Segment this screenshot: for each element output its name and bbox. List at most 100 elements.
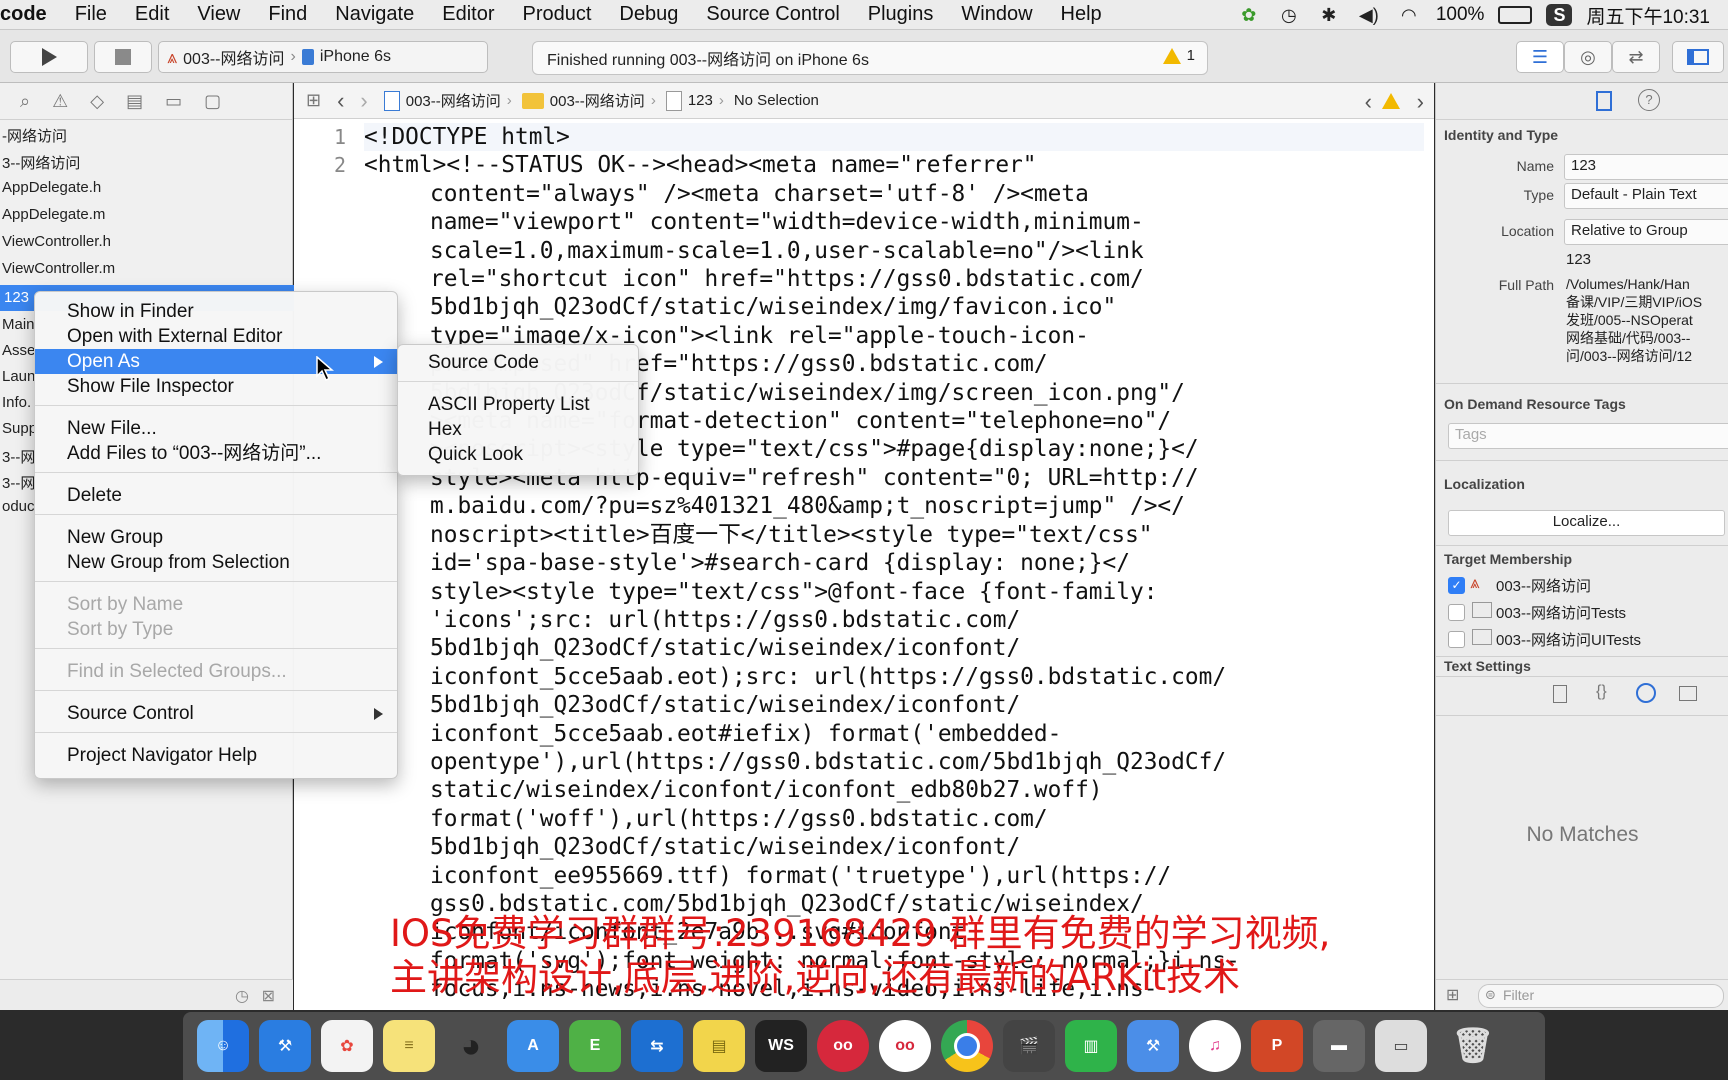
photos-icon[interactable]: ✿ bbox=[321, 1020, 373, 1072]
app-store-icon[interactable]: A bbox=[507, 1020, 559, 1072]
code-line[interactable]: format('woff'),url(https://gss0.bdstatic… bbox=[364, 805, 1424, 833]
target-checkbox[interactable]: ✓ bbox=[1448, 577, 1465, 594]
target-checkbox[interactable] bbox=[1448, 604, 1465, 621]
code-text[interactable]: <!DOCTYPE html> <html><!--STATUS OK--><he… bbox=[364, 123, 1424, 1004]
code-line[interactable]: 5bd1bjqh_Q23odCf/static/wiseindex/iconfo… bbox=[364, 833, 1424, 861]
menu-open-external-editor[interactable]: Open with External Editor bbox=[35, 324, 397, 349]
bluetooth-icon[interactable]: ✱ bbox=[1316, 4, 1342, 26]
issue-warning-icon[interactable] bbox=[1382, 93, 1400, 109]
related-items-grid-icon[interactable]: ⊞ bbox=[306, 90, 321, 111]
breadcrumb-selection[interactable]: No Selection bbox=[734, 92, 819, 109]
evernote-icon[interactable]: E bbox=[569, 1020, 621, 1072]
volume-icon[interactable]: ◀) bbox=[1356, 4, 1382, 26]
search-icon[interactable]: ⌕ bbox=[20, 91, 30, 112]
battery-icon[interactable] bbox=[1498, 6, 1533, 24]
xcode-icon[interactable]: ⚒ bbox=[259, 1020, 311, 1072]
code-line[interactable]: opentype'),url(https://gss0.bdstatic.com… bbox=[364, 748, 1424, 776]
trash-icon[interactable]: 🗑 bbox=[1447, 1020, 1499, 1072]
submenu-source-code[interactable]: Source Code bbox=[398, 350, 638, 375]
nav-item-assets[interactable]: Asse bbox=[2, 342, 35, 359]
nav-item-folder[interactable]: 3--网络访问 bbox=[2, 152, 80, 173]
app-menu[interactable]: code bbox=[0, 3, 61, 26]
code-line[interactable]: rel="shortcut icon" href="https://gss0.b… bbox=[364, 265, 1424, 293]
file-template-icon[interactable] bbox=[1553, 685, 1567, 703]
code-line[interactable]: name="viewport" content="width=device-wi… bbox=[364, 208, 1424, 236]
code-line[interactable]: <html><!--STATUS OK--><head><meta name="… bbox=[364, 151, 1424, 179]
nav-item-launch[interactable]: Laun bbox=[2, 368, 35, 385]
issue-warning-icon[interactable]: ⚠ bbox=[52, 91, 68, 112]
nav-item-products[interactable]: oduc bbox=[2, 498, 35, 515]
menu-source-control[interactable]: Source Control bbox=[35, 701, 397, 726]
submenu-ascii-property-list[interactable]: ASCII Property List bbox=[398, 392, 638, 417]
quick-help-icon[interactable]: ? bbox=[1638, 89, 1660, 111]
warning-indicator[interactable]: 1 bbox=[1162, 47, 1195, 64]
prev-issue-chevron-icon[interactable]: ‹ bbox=[1365, 89, 1372, 115]
numbers-icon[interactable]: ▥ bbox=[1065, 1020, 1117, 1072]
scanner-icon[interactable]: ▬ bbox=[1313, 1020, 1365, 1072]
app-s-icon[interactable]: S bbox=[1546, 4, 1573, 26]
run-button[interactable] bbox=[10, 41, 88, 73]
code-line[interactable]: static/wiseindex/iconfont/iconfont_edb80… bbox=[364, 776, 1424, 804]
menu-file[interactable]: File bbox=[61, 3, 121, 26]
back-chevron-icon[interactable]: ‹ bbox=[337, 88, 344, 114]
filter-field[interactable]: ⊜ Filter bbox=[1478, 984, 1724, 1008]
localize-button[interactable]: Localize... bbox=[1448, 510, 1725, 536]
nav-item-appdelegate-h[interactable]: AppDelegate.h bbox=[2, 179, 101, 196]
menu-show-in-finder[interactable]: Show in Finder bbox=[35, 299, 397, 324]
code-line[interactable]: 5bd1bjqh_Q23odCf/static/wiseindex/iconfo… bbox=[364, 691, 1424, 719]
clock[interactable]: 周五下午10:31 bbox=[1586, 2, 1710, 29]
menu-delete[interactable]: Delete bbox=[35, 483, 397, 508]
code-line[interactable]: content="always" /><meta charset='utf-8'… bbox=[364, 180, 1424, 208]
webstorm-icon[interactable]: WS bbox=[755, 1020, 807, 1072]
code-line[interactable]: scale=1.0,maximum-scale=1.0,user-scalabl… bbox=[364, 237, 1424, 265]
location-select[interactable]: Relative to Group bbox=[1564, 219, 1728, 245]
xcode-file-icon[interactable]: ⚒ bbox=[1127, 1020, 1179, 1072]
editor-version-button[interactable]: ⇄ bbox=[1612, 41, 1660, 73]
menu-new-group-from-selection[interactable]: New Group from Selection bbox=[35, 550, 397, 575]
menu-open-as[interactable]: Open As bbox=[35, 349, 397, 374]
nav-item-group[interactable]: -网络访问 bbox=[2, 125, 67, 146]
menu-navigate[interactable]: Navigate bbox=[321, 3, 428, 26]
powerpoint-icon[interactable]: P bbox=[1251, 1020, 1303, 1072]
editor-standard-button[interactable]: ☰ bbox=[1516, 41, 1564, 73]
qq-icon[interactable]: ◕ bbox=[445, 1020, 497, 1072]
report-icon[interactable]: ▢ bbox=[204, 91, 221, 112]
recent-clock-icon[interactable]: ◷ bbox=[235, 986, 249, 1006]
next-issue-chevron-icon[interactable]: › bbox=[1417, 89, 1424, 115]
editor-assistant-button[interactable]: ◎ bbox=[1564, 41, 1612, 73]
code-snippet-icon[interactable]: {} bbox=[1596, 683, 1607, 701]
breadcrumb-project[interactable]: 003--网络访问 › bbox=[383, 90, 512, 111]
plugin-leaf-icon[interactable]: ✿ bbox=[1236, 4, 1262, 26]
source-editor[interactable]: 1 2 <!DOCTYPE html> <html><!--STATUS OK--… bbox=[294, 119, 1434, 1010]
nav-item-supporting[interactable]: Supp bbox=[2, 420, 37, 437]
menu-debug[interactable]: Debug bbox=[605, 3, 692, 26]
activity-viewer[interactable]: Finished running 003--网络访问 on iPhone 6s … bbox=[532, 41, 1208, 75]
menu-editor[interactable]: Editor bbox=[428, 3, 508, 26]
code-line[interactable]: iconfont_ee955669.ttf) format('truetype'… bbox=[364, 862, 1424, 890]
notes-icon[interactable]: ≡ bbox=[383, 1020, 435, 1072]
code-line[interactable]: m.baidu.com/?pu=sz%401321_480&amp;t_nosc… bbox=[364, 492, 1424, 520]
nav-item-viewcontroller-m[interactable]: ViewController.m bbox=[2, 260, 115, 277]
code-line[interactable]: iconfont_5cce5aab.eot#iefix) format('emb… bbox=[364, 720, 1424, 748]
code-line[interactable]: 5bd1bjqh_Q23odCf/static/wiseindex/img/fa… bbox=[364, 293, 1424, 321]
menu-new-file[interactable]: New File... bbox=[35, 416, 397, 441]
code-line[interactable]: 5bd1bjqh_Q23odCf/static/wiseindex/iconfo… bbox=[364, 634, 1424, 662]
nav-item-appdelegate-m[interactable]: AppDelegate.m bbox=[2, 206, 105, 223]
itunes-icon[interactable]: ♫ bbox=[1189, 1020, 1241, 1072]
menu-view[interactable]: View bbox=[183, 3, 254, 26]
menu-new-group[interactable]: New Group bbox=[35, 525, 397, 550]
code-line[interactable]: iconfont_5cce5aab.eot);src: url(https://… bbox=[364, 663, 1424, 691]
forward-chevron-icon[interactable]: › bbox=[360, 88, 367, 114]
menu-add-files[interactable]: Add Files to “003--网络访问”... bbox=[35, 441, 397, 466]
flickr-icon-2[interactable]: oo bbox=[879, 1020, 931, 1072]
nav-item-info[interactable]: Info. bbox=[2, 394, 31, 411]
stickies-icon[interactable]: ▤ bbox=[693, 1020, 745, 1072]
nav-item-viewcontroller-h[interactable]: ViewController.h bbox=[2, 233, 111, 250]
submenu-quick-look[interactable]: Quick Look bbox=[398, 442, 638, 467]
nav-item-tests[interactable]: 3--网 bbox=[2, 446, 35, 467]
chrome-icon[interactable] bbox=[941, 1020, 993, 1072]
scm-filter-icon[interactable]: ⊠ bbox=[262, 986, 275, 1006]
menu-edit[interactable]: Edit bbox=[121, 3, 183, 26]
breakpoint-icon[interactable]: ▭ bbox=[165, 91, 182, 112]
name-field[interactable]: 123 bbox=[1564, 154, 1728, 180]
